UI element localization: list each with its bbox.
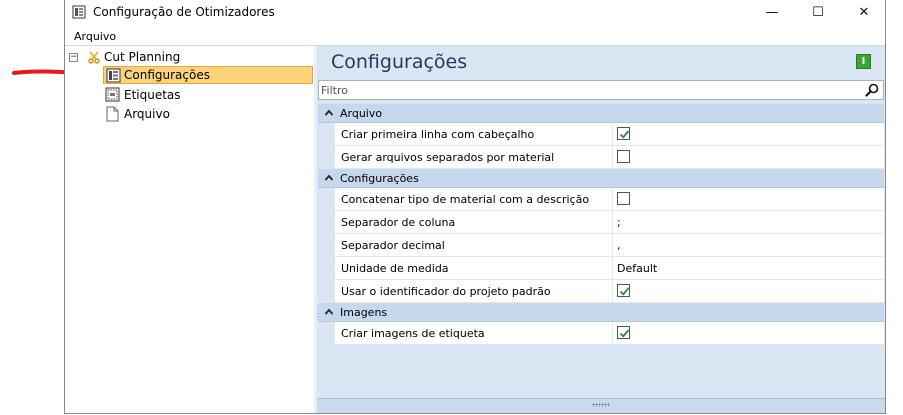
column-divider <box>612 280 613 302</box>
tree-item-label: Configurações <box>124 68 210 82</box>
property-name: Gerar arquivos separados por material <box>341 151 555 164</box>
checkmark-icon <box>619 329 630 338</box>
property-row: Separador de coluna ; <box>335 211 884 234</box>
app-icon <box>72 5 86 19</box>
scissors-icon <box>88 51 100 64</box>
column-divider <box>612 123 613 145</box>
property-value[interactable]: , <box>617 239 621 252</box>
file-icon <box>106 106 119 122</box>
property-name: Separador decimal <box>341 239 445 252</box>
column-divider <box>612 188 613 210</box>
property-name: Criar imagens de etiqueta <box>341 327 485 340</box>
checkbox[interactable] <box>617 192 630 205</box>
menu-bar: Arquivo <box>65 26 885 46</box>
tree-item-label: Cut Planning <box>104 50 181 64</box>
property-row: Gerar arquivos separados por material <box>335 146 884 169</box>
property-row: Usar o identificador do projeto padrão <box>335 280 884 303</box>
filter-input[interactable] <box>321 82 841 98</box>
collapse-caret-icon[interactable] <box>324 307 334 317</box>
group-configuracoes[interactable]: Configurações <box>318 169 884 188</box>
maximize-button[interactable]: ☐ <box>795 0 841 26</box>
property-value[interactable]: Default <box>617 262 657 275</box>
checkbox[interactable] <box>617 127 630 140</box>
column-divider <box>612 146 613 168</box>
property-row: Unidade de medida Default <box>335 257 884 280</box>
tree-item-label: Arquivo <box>124 107 170 121</box>
resize-grip[interactable] <box>592 403 610 407</box>
checkbox[interactable] <box>617 326 630 339</box>
collapse-caret-icon[interactable] <box>324 108 334 118</box>
collapse-toggle-icon[interactable]: − <box>69 53 78 62</box>
property-row: Concatenar tipo de material com a descri… <box>335 188 884 211</box>
column-divider <box>612 211 613 233</box>
property-grid: Arquivo Criar primeira linha com cabeçal… <box>318 104 884 345</box>
property-value[interactable]: ; <box>617 216 621 229</box>
filter-box <box>318 80 884 100</box>
window-title: Configuração de Otimizadores <box>93 5 275 19</box>
checkbox[interactable] <box>617 284 630 297</box>
group-label: Arquivo <box>340 107 383 120</box>
checkmark-icon <box>619 287 630 296</box>
property-name: Criar primeira linha com cabeçalho <box>341 128 535 141</box>
title-bar: Configuração de Otimizadores — ☐ ✕ <box>65 0 885 26</box>
bottom-splitter[interactable] <box>317 398 885 413</box>
minimize-button[interactable]: — <box>749 0 795 26</box>
group-label: Imagens <box>340 306 388 319</box>
settings-document-icon <box>106 68 121 83</box>
column-divider <box>612 257 613 279</box>
property-name: Usar o identificador do projeto padrão <box>341 285 551 298</box>
tree-item-configuracoes[interactable]: Configurações <box>103 66 313 84</box>
property-row: Criar imagens de etiqueta <box>335 322 884 345</box>
column-divider <box>612 234 613 256</box>
collapse-caret-icon[interactable] <box>324 173 334 183</box>
checkmark-icon <box>619 130 630 139</box>
property-row: Separador decimal , <box>335 234 884 257</box>
property-name: Separador de coluna <box>341 216 456 229</box>
settings-panel: Configurações I Arquivo Criar primeira l… <box>317 46 885 413</box>
navigation-tree: − Cut Planning Configurações Etiquetas A… <box>65 46 314 413</box>
property-name: Concatenar tipo de material com a descri… <box>341 193 590 206</box>
group-arquivo[interactable]: Arquivo <box>318 104 884 123</box>
tree-item-label: Etiquetas <box>124 88 181 102</box>
property-row: Criar primeira linha com cabeçalho <box>335 123 884 146</box>
app-window: Configuração de Otimizadores — ☐ ✕ Arqui… <box>64 0 886 414</box>
close-button[interactable]: ✕ <box>841 0 885 26</box>
panel-title: Configurações <box>331 51 468 73</box>
menu-arquivo[interactable]: Arquivo <box>74 30 116 43</box>
checkbox[interactable] <box>617 150 630 163</box>
column-divider <box>612 322 613 344</box>
group-label: Configurações <box>340 172 419 185</box>
info-icon[interactable]: I <box>856 54 871 69</box>
group-imagens[interactable]: Imagens <box>318 303 884 322</box>
label-icon <box>105 87 120 102</box>
search-icon[interactable] <box>865 83 879 97</box>
property-name: Unidade de medida <box>341 262 449 275</box>
